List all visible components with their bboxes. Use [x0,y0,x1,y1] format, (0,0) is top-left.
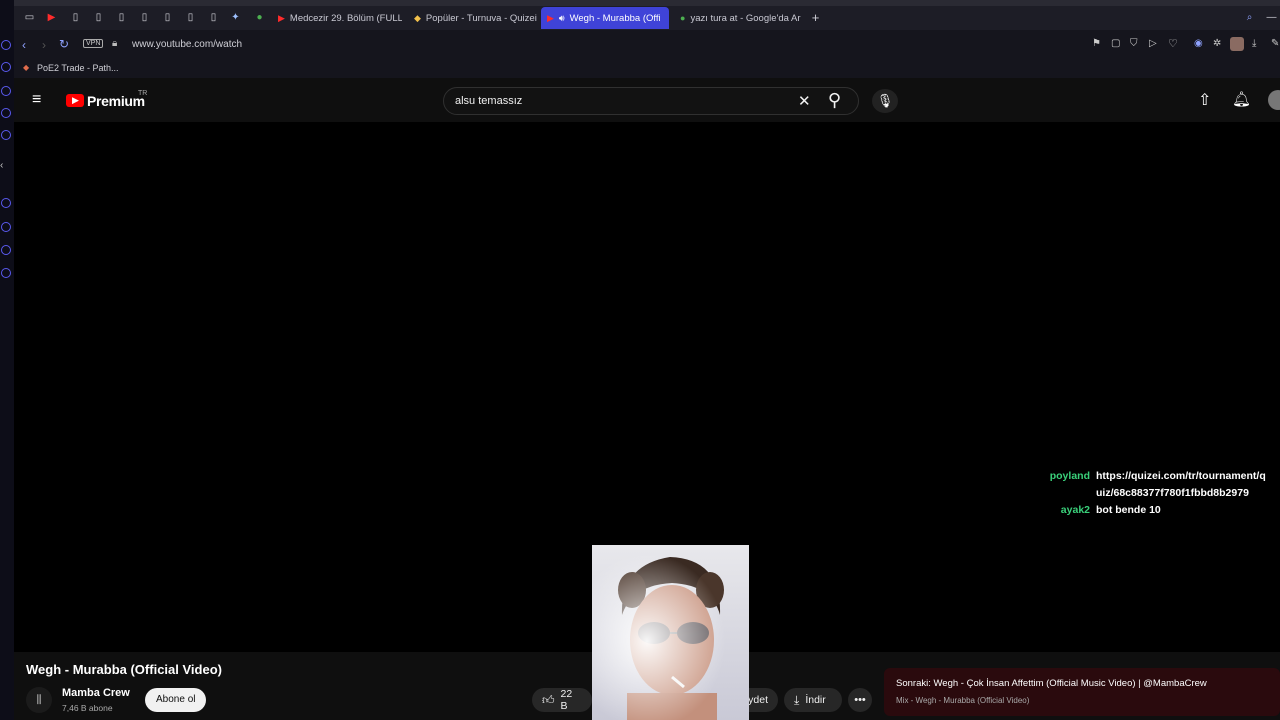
page-icon[interactable]: ▯ [93,12,104,23]
logo-premium-text[interactable]: Premium [87,93,145,109]
shield-icon[interactable]: ⛉ [1130,38,1138,49]
minimize-icon[interactable]: — [1266,12,1277,23]
extensions-icon[interactable]: ✲ [1213,38,1221,49]
channel-name[interactable]: Mamba Crew [62,687,130,699]
chat-overlay: poyland https://quizei.com/tr/tournament… [1040,468,1276,519]
lock-icon[interactable]: 🔒︎ [112,38,117,49]
chat-username: ayak2 [1060,504,1090,516]
thumbs-up-icon: 👍︎ [542,692,555,707]
download-icon[interactable]: ⤓ [1252,38,1256,49]
video-thumbnail-preview[interactable] [592,545,749,720]
download-label: İndir [805,694,826,706]
page-icon[interactable]: ▯ [70,12,81,23]
subscriber-count: 7,46 B abone [62,703,113,713]
download-button[interactable]: ⤓ İndir [784,688,842,712]
chat-message: poyland https://quizei.com/tr/tournament… [1040,468,1276,502]
youtube-icon: ▶ [278,12,285,23]
google-icon: ● [680,13,686,23]
address-bar-row: ‹ › ↻ VPN 🔒︎ www.youtube.com/watch ⚑ ▢ ⛉… [14,30,1280,60]
more-icon: ••• [854,694,866,706]
chevron-left-icon[interactable]: ‹ [0,160,3,171]
sidebar-icon[interactable] [1,268,11,278]
sidebar-icon[interactable] [1,222,11,232]
youtube-pinned-icon[interactable]: ▶ [46,12,57,23]
tab-label: Wegh - Murabba (Offi [569,12,661,24]
channel-avatar[interactable]: ⫼ [26,687,52,713]
speaker-icon[interactable]: 🔊︎ [559,13,565,24]
tab-label: yazı tura at - Google'da Ar [690,12,801,24]
quizei-icon: ◆ [414,12,421,23]
steam-icon[interactable]: ✦ [230,12,241,23]
up-next-title: Sonraki: Wegh - Çok İnsan Affettim (Offi… [896,678,1207,689]
chat-text: https://quizei.com/tr/tournament/q uiz/6… [1096,468,1266,502]
like-count: 22 B [560,688,573,712]
workspaces-icon[interactable]: ▭ [24,12,35,23]
tab-medcezir[interactable]: ▶ Medcezir 29. Bölüm (FULL [272,7,402,29]
reload-icon[interactable]: ↻ [59,37,69,51]
sidebar-icon[interactable] [1,62,11,72]
play-icon[interactable]: ▷ [1149,38,1157,49]
search-box[interactable]: alsu temassız ✕ [443,87,859,115]
google-icon[interactable]: ● [254,12,265,23]
url-field[interactable]: www.youtube.com/watch [132,39,242,50]
up-next-card[interactable]: Sonraki: Wegh - Çok İnsan Affettim (Offi… [884,668,1280,716]
voice-search-icon[interactable]: 🎙︎ [872,89,898,113]
bookmarks-bar: ◆ PoE2 Trade - Path... [14,60,1280,78]
left-sidebar-edge: ‹ [0,0,14,720]
clear-search-icon[interactable]: ✕ [798,92,811,110]
forward-icon[interactable]: › [42,38,46,52]
snapshot-icon[interactable]: ▢ [1111,38,1120,49]
page-icon[interactable]: ▯ [116,12,127,23]
page-icon[interactable]: ▯ [162,12,173,23]
like-button[interactable]: 👍︎ 22 B [532,688,592,712]
sidebar-icon[interactable] [1,40,11,50]
page-icon[interactable]: ▯ [208,12,219,23]
subscribe-button[interactable]: Abone ol [145,688,207,712]
save-label: ydet [748,694,768,706]
pin-icon[interactable]: ✎ [1271,38,1279,49]
upload-icon[interactable]: ⇧ [1198,90,1211,110]
menu-icon[interactable]: ≡ [32,91,41,109]
tab-bar: ▭ ▶ ▯ ▯ ▯ ▯ ▯ ▯ ▯ ✦ ● ▶ Medcezir 29. Böl… [14,6,1280,30]
back-icon[interactable]: ‹ [22,38,26,52]
sidebar-icon[interactable] [1,86,11,96]
bookmark-poe2-trade[interactable]: PoE2 Trade - Path... [37,63,119,73]
poe-icon: ◆ [23,63,30,72]
chat-text: bot bende 10 [1096,504,1161,516]
heart-icon[interactable]: ♡ [1168,37,1178,50]
more-actions-button[interactable]: ••• [848,688,872,712]
sidebar-icon[interactable] [1,108,11,118]
bookmark-icon[interactable]: ⚑ [1092,38,1101,49]
profile-avatar[interactable] [1230,37,1244,51]
youtube-logo-icon[interactable]: ▶ [66,94,84,107]
chat-line: uiz/68c88377f780f1fbbd8b2979 [1096,487,1249,499]
tab-search-icon[interactable]: ⌕ [1244,12,1255,23]
tab-label: Medcezir 29. Bölüm (FULL [289,12,402,24]
up-next-subtitle: Mix - Wegh - Murabba (Official Video) [896,696,1030,705]
youtube-icon: ▶ [547,12,554,23]
sidebar-icon[interactable] [1,245,11,255]
search-input[interactable]: alsu temassız [455,95,522,107]
tab-wegh-murabba[interactable]: ▶ 🔊︎ Wegh - Murabba (Offi [541,7,669,29]
notifications-bell-icon[interactable]: 🔔︎ [1232,90,1251,108]
tab-label: Popüler - Turnuva - Quizei [425,12,537,24]
download-icon: ⤓ [794,692,800,707]
sidebar-icon[interactable] [1,130,11,140]
chat-message: ayak2 bot bende 10 [1040,502,1276,519]
sidebar-icon[interactable] [1,198,11,208]
new-tab-icon[interactable]: + [810,10,821,25]
search-icon[interactable]: ⚲ [828,90,841,111]
video-title: Wegh - Murabba (Official Video) [26,662,222,677]
chat-line: https://quizei.com/tr/tournament/q [1096,470,1266,482]
vpn-badge[interactable]: VPN [83,39,104,48]
tab-yazi-tura[interactable]: ● yazı tura at - Google'da Ar [674,7,804,29]
audio-icon[interactable]: ◉ [1194,38,1203,49]
page-icon[interactable]: ▯ [139,12,150,23]
region-code: TR [138,90,148,97]
chat-username: poyland [1049,470,1090,482]
tab-quizei[interactable]: ◆ Popüler - Turnuva - Quizei [408,7,538,29]
page-icon[interactable]: ▯ [185,12,196,23]
